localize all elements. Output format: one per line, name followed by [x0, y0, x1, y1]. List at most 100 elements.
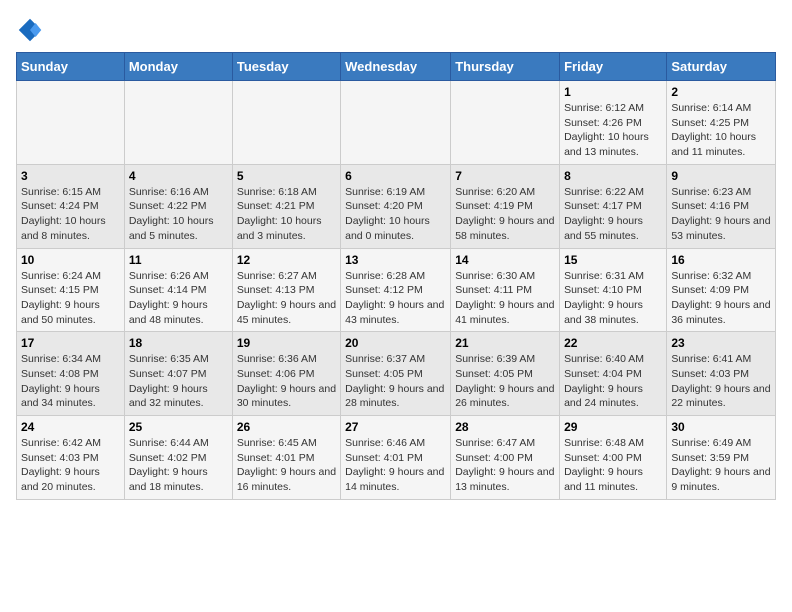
day-number: 11	[129, 253, 228, 267]
calendar-cell	[232, 81, 340, 165]
day-info: Sunrise: 6:26 AM Sunset: 4:14 PM Dayligh…	[129, 269, 228, 328]
calendar-cell: 5Sunrise: 6:18 AM Sunset: 4:21 PM Daylig…	[232, 164, 340, 248]
calendar-cell: 23Sunrise: 6:41 AM Sunset: 4:03 PM Dayli…	[667, 332, 776, 416]
day-info: Sunrise: 6:34 AM Sunset: 4:08 PM Dayligh…	[21, 352, 120, 411]
day-info: Sunrise: 6:44 AM Sunset: 4:02 PM Dayligh…	[129, 436, 228, 495]
day-info: Sunrise: 6:12 AM Sunset: 4:26 PM Dayligh…	[564, 101, 662, 160]
day-info: Sunrise: 6:47 AM Sunset: 4:00 PM Dayligh…	[455, 436, 555, 495]
day-info: Sunrise: 6:15 AM Sunset: 4:24 PM Dayligh…	[21, 185, 120, 244]
calendar-body: 1 Sunrise: 6:12 AM Sunset: 4:26 PM Daylig…	[17, 81, 776, 500]
calendar-cell: 18Sunrise: 6:35 AM Sunset: 4:07 PM Dayli…	[124, 332, 232, 416]
day-info: Sunrise: 6:23 AM Sunset: 4:16 PM Dayligh…	[671, 185, 771, 244]
day-number: 3	[21, 169, 120, 183]
calendar-cell: 27Sunrise: 6:46 AM Sunset: 4:01 PM Dayli…	[341, 416, 451, 500]
day-number: 29	[564, 420, 662, 434]
calendar-cell: 14Sunrise: 6:30 AM Sunset: 4:11 PM Dayli…	[451, 248, 560, 332]
day-number: 4	[129, 169, 228, 183]
calendar-cell: 12 Sunrise: 6:27 AM Sunset: 4:13 PM Dayli…	[232, 248, 340, 332]
calendar-week-5: 24 Sunrise: 6:42 AM Sunset: 4:03 PM Dayli…	[17, 416, 776, 500]
day-number: 2	[671, 85, 771, 99]
calendar-week-2: 3 Sunrise: 6:15 AM Sunset: 4:24 PM Daylig…	[17, 164, 776, 248]
day-info: Sunrise: 6:31 AM Sunset: 4:10 PM Dayligh…	[564, 269, 662, 328]
calendar-cell: 6Sunrise: 6:19 AM Sunset: 4:20 PM Daylig…	[341, 164, 451, 248]
day-info: Sunrise: 6:40 AM Sunset: 4:04 PM Dayligh…	[564, 352, 662, 411]
day-info: Sunrise: 6:19 AM Sunset: 4:20 PM Dayligh…	[345, 185, 446, 244]
calendar-cell: 29 Sunrise: 6:48 AM Sunset: 4:00 PM Dayli…	[560, 416, 667, 500]
day-number: 10	[21, 253, 120, 267]
calendar-cell: 19 Sunrise: 6:36 AM Sunset: 4:06 PM Dayli…	[232, 332, 340, 416]
calendar-cell: 15 Sunrise: 6:31 AM Sunset: 4:10 PM Dayli…	[560, 248, 667, 332]
day-number: 12	[237, 253, 336, 267]
calendar-cell: 26 Sunrise: 6:45 AM Sunset: 4:01 PM Dayli…	[232, 416, 340, 500]
weekday-header-friday: Friday	[560, 53, 667, 81]
day-number: 30	[671, 420, 771, 434]
day-number: 27	[345, 420, 446, 434]
day-number: 19	[237, 336, 336, 350]
day-number: 26	[237, 420, 336, 434]
day-number: 8	[564, 169, 662, 183]
day-number: 23	[671, 336, 771, 350]
day-info: Sunrise: 6:35 AM Sunset: 4:07 PM Dayligh…	[129, 352, 228, 411]
day-number: 22	[564, 336, 662, 350]
day-number: 25	[129, 420, 228, 434]
day-info: Sunrise: 6:37 AM Sunset: 4:05 PM Dayligh…	[345, 352, 446, 411]
weekday-header-tuesday: Tuesday	[232, 53, 340, 81]
weekday-header-row: SundayMondayTuesdayWednesdayThursdayFrid…	[17, 53, 776, 81]
header	[16, 16, 776, 44]
calendar-cell: 16 Sunrise: 6:32 AM Sunset: 4:09 PM Dayli…	[667, 248, 776, 332]
day-number: 21	[455, 336, 555, 350]
day-number: 24	[21, 420, 120, 434]
day-number: 1	[564, 85, 662, 99]
calendar-cell: 9 Sunrise: 6:23 AM Sunset: 4:16 PM Daylig…	[667, 164, 776, 248]
calendar-cell: 7 Sunrise: 6:20 AM Sunset: 4:19 PM Daylig…	[451, 164, 560, 248]
day-info: Sunrise: 6:48 AM Sunset: 4:00 PM Dayligh…	[564, 436, 662, 495]
calendar-week-1: 1 Sunrise: 6:12 AM Sunset: 4:26 PM Daylig…	[17, 81, 776, 165]
calendar-cell: 3 Sunrise: 6:15 AM Sunset: 4:24 PM Daylig…	[17, 164, 125, 248]
calendar-cell: 8Sunrise: 6:22 AM Sunset: 4:17 PM Daylig…	[560, 164, 667, 248]
weekday-header-saturday: Saturday	[667, 53, 776, 81]
day-number: 13	[345, 253, 446, 267]
day-info: Sunrise: 6:32 AM Sunset: 4:09 PM Dayligh…	[671, 269, 771, 328]
calendar-header: SundayMondayTuesdayWednesdayThursdayFrid…	[17, 53, 776, 81]
calendar-cell: 25 Sunrise: 6:44 AM Sunset: 4:02 PM Dayli…	[124, 416, 232, 500]
day-info: Sunrise: 6:20 AM Sunset: 4:19 PM Dayligh…	[455, 185, 555, 244]
day-number: 28	[455, 420, 555, 434]
day-number: 20	[345, 336, 446, 350]
day-info: Sunrise: 6:36 AM Sunset: 4:06 PM Dayligh…	[237, 352, 336, 411]
day-info: Sunrise: 6:27 AM Sunset: 4:13 PM Dayligh…	[237, 269, 336, 328]
calendar-cell: 4 Sunrise: 6:16 AM Sunset: 4:22 PM Daylig…	[124, 164, 232, 248]
calendar-cell: 1 Sunrise: 6:12 AM Sunset: 4:26 PM Daylig…	[560, 81, 667, 165]
calendar-cell: 24 Sunrise: 6:42 AM Sunset: 4:03 PM Dayli…	[17, 416, 125, 500]
calendar-cell: 17 Sunrise: 6:34 AM Sunset: 4:08 PM Dayli…	[17, 332, 125, 416]
day-info: Sunrise: 6:16 AM Sunset: 4:22 PM Dayligh…	[129, 185, 228, 244]
day-number: 9	[671, 169, 771, 183]
calendar-table: SundayMondayTuesdayWednesdayThursdayFrid…	[16, 52, 776, 500]
day-info: Sunrise: 6:42 AM Sunset: 4:03 PM Dayligh…	[21, 436, 120, 495]
day-number: 15	[564, 253, 662, 267]
logo	[16, 16, 48, 44]
day-number: 17	[21, 336, 120, 350]
day-info: Sunrise: 6:14 AM Sunset: 4:25 PM Dayligh…	[671, 101, 771, 160]
logo-icon	[16, 16, 44, 44]
day-info: Sunrise: 6:18 AM Sunset: 4:21 PM Dayligh…	[237, 185, 336, 244]
weekday-header-monday: Monday	[124, 53, 232, 81]
calendar-cell	[124, 81, 232, 165]
day-number: 16	[671, 253, 771, 267]
calendar-cell	[17, 81, 125, 165]
calendar-cell: 28 Sunrise: 6:47 AM Sunset: 4:00 PM Dayli…	[451, 416, 560, 500]
calendar-cell: 20 Sunrise: 6:37 AM Sunset: 4:05 PM Dayli…	[341, 332, 451, 416]
day-info: Sunrise: 6:49 AM Sunset: 3:59 PM Dayligh…	[671, 436, 771, 495]
calendar-cell: 11 Sunrise: 6:26 AM Sunset: 4:14 PM Dayli…	[124, 248, 232, 332]
weekday-header-thursday: Thursday	[451, 53, 560, 81]
day-number: 7	[455, 169, 555, 183]
day-number: 14	[455, 253, 555, 267]
calendar-cell: 10 Sunrise: 6:24 AM Sunset: 4:15 PM Dayli…	[17, 248, 125, 332]
calendar-cell: 13 Sunrise: 6:28 AM Sunset: 4:12 PM Dayli…	[341, 248, 451, 332]
calendar-cell: 22 Sunrise: 6:40 AM Sunset: 4:04 PM Dayli…	[560, 332, 667, 416]
day-info: Sunrise: 6:24 AM Sunset: 4:15 PM Dayligh…	[21, 269, 120, 328]
day-info: Sunrise: 6:28 AM Sunset: 4:12 PM Dayligh…	[345, 269, 446, 328]
calendar-cell: 2 Sunrise: 6:14 AM Sunset: 4:25 PM Daylig…	[667, 81, 776, 165]
day-info: Sunrise: 6:45 AM Sunset: 4:01 PM Dayligh…	[237, 436, 336, 495]
weekday-header-sunday: Sunday	[17, 53, 125, 81]
calendar-week-4: 17 Sunrise: 6:34 AM Sunset: 4:08 PM Dayli…	[17, 332, 776, 416]
